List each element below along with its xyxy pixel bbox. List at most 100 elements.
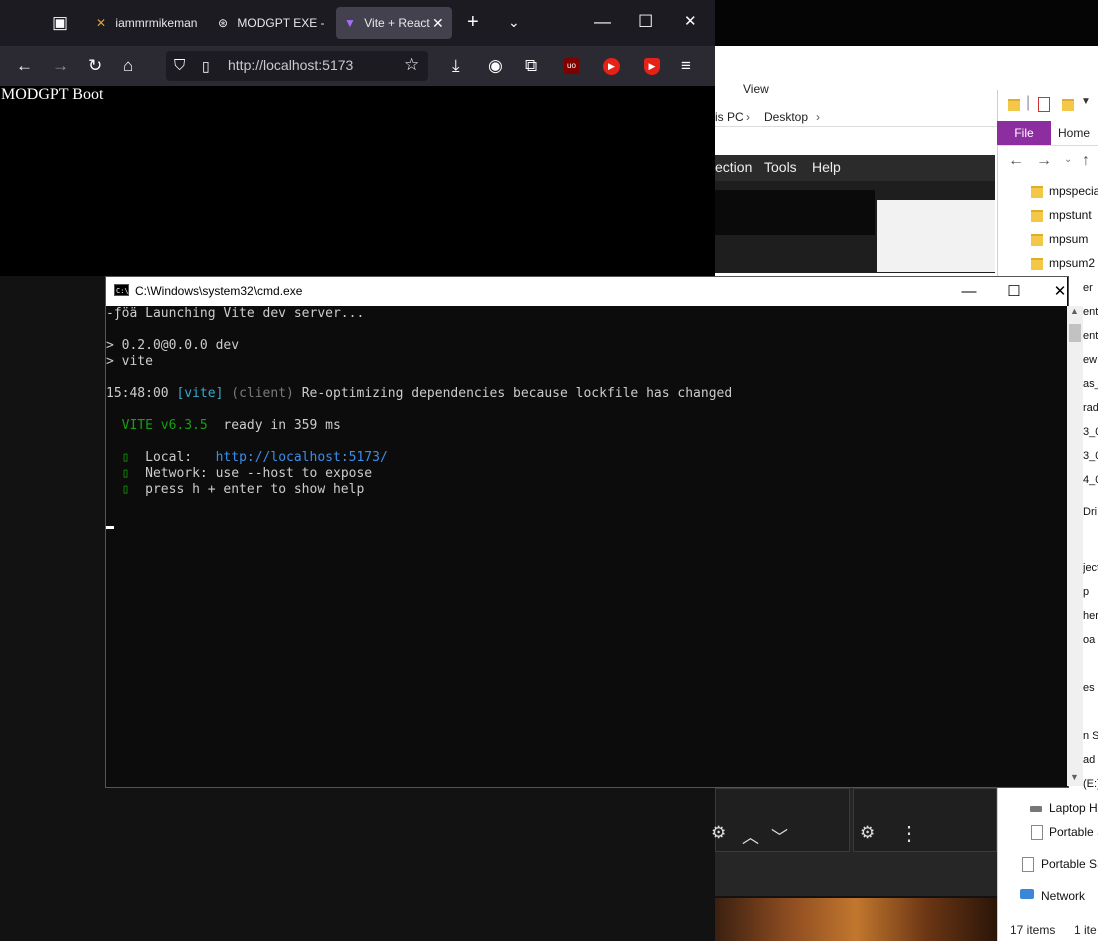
nav-pane-item[interactable]: ew [1083,354,1097,366]
nav-pane-item[interactable]: Dri [1083,506,1097,518]
nav-pane-item-laptop[interactable]: Laptop H [1049,801,1098,815]
maximize-icon[interactable]: ☐ [991,277,1037,306]
shield-icon[interactable]: ⛉ [174,56,185,76]
terminal-cursor [106,526,114,529]
minimize-icon[interactable]: — [946,277,992,306]
list-tabs-icon[interactable]: ⌄ [508,12,520,32]
url-bar[interactable]: ⛉ ▯ http://localhost:5173 ☆ [166,51,428,81]
nav-pane-item[interactable]: 3_0 [1083,426,1098,438]
nav-pane-item-portable[interactable]: Portable SS [1041,857,1098,871]
terminal-output[interactable]: -ƒöä Launching Vite dev server... > 0.2.… [106,306,1066,786]
folder-icon [1031,234,1043,246]
more-options-icon[interactable]: ⋮ [899,821,919,846]
properties-icon[interactable] [1038,97,1050,112]
nav-pane-item[interactable]: her [1083,610,1098,622]
nav-pane-item[interactable]: as_ [1083,378,1098,390]
breadcrumb-item[interactable]: Desktop [764,110,808,124]
extensions-icon[interactable]: ⧉ [525,56,537,76]
forward-arrow-icon[interactable]: → [1036,152,1052,170]
preview-thumbnail-window [877,200,995,272]
firefox-view-icon[interactable]: ▣ [52,13,68,33]
list-item[interactable]: mpspecia [1049,184,1098,198]
nav-pane-item[interactable]: (E:) [1083,778,1098,790]
ribbon-tab-view[interactable]: View [743,82,769,96]
chevron-up-icon[interactable]: ︿ [742,823,759,848]
nav-pane-item[interactable]: er [1083,282,1093,294]
nav-pane-item[interactable]: es [1083,682,1095,694]
dropdown-arrow-icon[interactable]: ▼ [1081,96,1091,107]
new-tab-icon[interactable]: + [467,12,479,32]
nav-pane-item[interactable]: ad I [1083,754,1098,766]
nav-pane-item-portable[interactable]: Portable S [1049,825,1098,839]
maximize-icon[interactable]: ☐ [638,12,653,32]
output-line: > vite [106,354,153,369]
downloads-icon[interactable]: ⤓ [452,56,460,76]
tab-label: Vite + React [364,16,430,30]
gear-icon[interactable]: ⚙ [711,823,726,843]
page-icon[interactable]: ▯ [202,56,210,76]
menu-item-help[interactable]: Help [812,159,841,175]
ublock-icon[interactable]: uo [564,58,579,74]
nav-pane-item[interactable]: n SS [1083,730,1098,742]
nav-pane-item[interactable]: 3_0 [1083,450,1098,462]
tab-label: MODGPT EXE - [237,16,324,30]
url-text[interactable]: http://localhost:5173 [228,57,353,73]
vite-version: VITE v6.3.5 [121,418,208,433]
arrow-icon: ▯ [121,466,130,481]
folder-icon[interactable] [1008,99,1020,111]
ribbon-tab-home[interactable]: Home [1058,121,1090,145]
output-line: ▯ Network: use --host to expose [106,466,372,482]
new-folder-icon[interactable] [1062,99,1074,111]
nav-pane-item[interactable]: ent [1083,306,1098,318]
network-message: use --host to expose [215,466,373,481]
nav-pane-item[interactable]: ent [1083,330,1098,342]
tab-iammrmikeman[interactable]: ✕ iammrmikeman [96,7,200,39]
scroll-up-icon[interactable]: ▲ [1070,306,1079,316]
menu-item-tools[interactable]: Tools [764,159,797,175]
account-icon[interactable]: ◉ [488,56,503,76]
back-arrow-icon[interactable]: ← [1008,152,1024,170]
preview-thumbnail [715,190,875,235]
scrollbar[interactable]: ▲ ▼ [1067,306,1083,786]
window-title: C:\Windows\system32\cmd.exe [135,284,303,298]
tab-modgpt-exe[interactable]: ⊛ MODGPT EXE - [218,7,324,39]
list-item[interactable]: mpsum2 [1049,256,1095,270]
forward-arrow-icon[interactable]: → [52,56,69,76]
list-item[interactable]: mpstunt [1049,208,1092,222]
menu-item[interactable]: ection [715,159,752,175]
recent-locations-icon[interactable]: ⌄ [1064,154,1072,165]
vite-logo-icon: ▼ [344,16,356,30]
list-item[interactable]: mpsum [1049,232,1088,246]
local-url-link[interactable]: http://localhost:5173/ [216,450,388,465]
ribbon-tab-file[interactable]: File [997,121,1051,145]
reload-icon[interactable]: ↻ [88,56,102,76]
nav-pane-item[interactable]: p [1083,586,1089,598]
nav-pane-item[interactable]: oa [1083,634,1095,646]
nav-pane-item[interactable]: ject [1083,562,1098,574]
arrow-icon: ▯ [121,450,130,465]
vite-tag: [vite] [176,386,224,401]
menu-icon[interactable]: ≡ [681,56,691,76]
up-arrow-icon[interactable]: ↑ [1082,152,1090,170]
back-arrow-icon[interactable]: ← [16,56,33,76]
close-window-icon[interactable]: ✕ [1037,277,1083,306]
scroll-down-icon[interactable]: ▼ [1070,772,1079,782]
breadcrumb-item[interactable]: is PC [715,110,744,124]
gear-icon[interactable]: ⚙ [860,823,875,843]
close-tab-icon[interactable]: ✕ [432,13,444,33]
nav-pane-item[interactable]: 4_0 [1083,474,1098,486]
scrollbar-thumb[interactable] [1069,324,1081,342]
background-address-bar[interactable]: is PC › Desktop › [715,108,1005,127]
bookmark-star-icon[interactable]: ☆ [404,55,419,75]
close-window-icon[interactable]: ✕ [684,12,697,32]
chevron-down-icon[interactable]: ﹀ [771,823,788,848]
youtube-extension-icon[interactable]: ▶ [603,58,620,75]
output-line: > 0.2.0@0.0.0 dev [106,338,240,353]
shield-extension-icon[interactable]: ▶ [644,58,660,75]
minimize-icon[interactable]: — [594,12,611,32]
client-tag: (client) [231,386,294,401]
nav-pane-item[interactable]: rad [1083,402,1098,414]
breadcrumb-separator-icon: › [746,110,750,124]
nav-pane-item-network[interactable]: Network [1041,889,1085,903]
home-icon[interactable]: ⌂ [123,56,133,76]
